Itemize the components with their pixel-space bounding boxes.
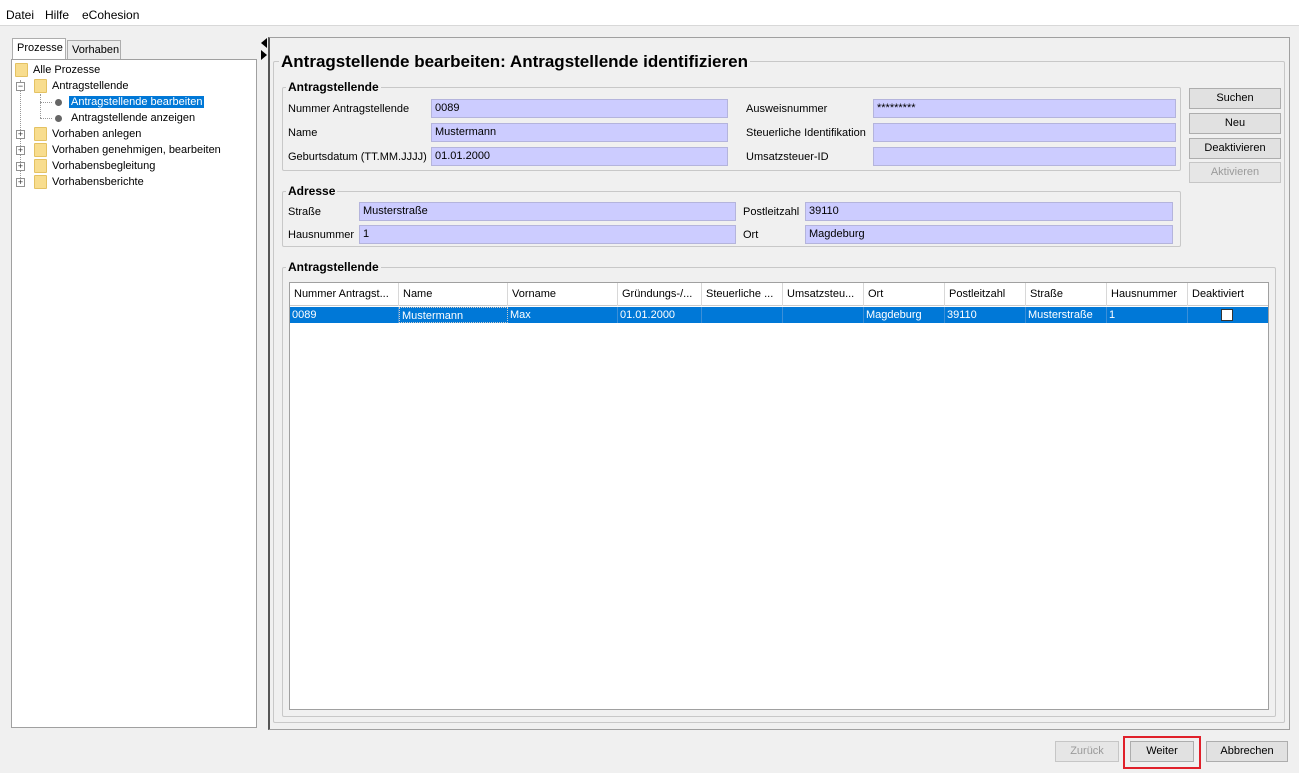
strasse-label: Straße (288, 206, 322, 218)
column-header-hausnummer[interactable]: Hausnummer (1107, 283, 1188, 306)
tree-item-vorhabensbegleitung[interactable]: Vorhabensbegleitung (52, 158, 155, 174)
highlight-box (1123, 736, 1201, 769)
neu-button[interactable]: Neu (1189, 113, 1281, 134)
expand-right-arrow-icon[interactable] (261, 50, 267, 60)
cell-name[interactable]: Mustermann (399, 307, 508, 323)
table-header: Nummer Antragst... Name Vorname Gründung… (290, 283, 1268, 306)
table-group-title: Antragstellende (286, 260, 381, 274)
umsatzsteuer-id-field[interactable] (873, 147, 1176, 166)
strasse-field[interactable]: Musterstraße (359, 202, 736, 221)
adresse-group-title: Adresse (286, 184, 338, 198)
cell-postleitzahl[interactable]: 39110 (945, 307, 1026, 323)
antragsteller-table: Nummer Antragst... Name Vorname Gründung… (289, 282, 1269, 710)
ausweisnummer-label: Ausweisnummer (746, 103, 828, 115)
tab-vorhaben[interactable]: Vorhaben (67, 40, 121, 59)
column-header-nummer[interactable]: Nummer Antragst... (290, 283, 399, 306)
column-header-gruendung[interactable]: Gründungs-/... (618, 283, 702, 306)
tree-item-antragstellende-bearbeiten[interactable]: Antragstellende bearbeiten (69, 94, 205, 110)
postleitzahl-field[interactable]: 39110 (805, 202, 1173, 221)
process-tree: Alle Prozesse − Antragstellende Antragst… (11, 59, 257, 728)
column-header-name[interactable]: Name (399, 283, 508, 306)
ort-label: Ort (743, 229, 759, 241)
hausnummer-field[interactable]: 1 (359, 225, 736, 244)
tree-item-vorhaben-genehmigen[interactable]: Vorhaben genehmigen, bearbeiten (52, 142, 221, 158)
folder-icon (34, 143, 47, 157)
cell-nummer[interactable]: 0089 (290, 307, 399, 323)
tree-item-antragstellende-anzeigen[interactable]: Antragstellende anzeigen (71, 110, 195, 126)
tree-item-vorhabensberichte[interactable]: Vorhabensberichte (52, 174, 144, 190)
ausweisnummer-field[interactable]: ********* (873, 99, 1176, 118)
menu-datei[interactable]: Datei (6, 8, 34, 22)
cell-vorname[interactable]: Max (508, 307, 618, 323)
tree-item-alle-prozesse[interactable]: Alle Prozesse (33, 62, 100, 78)
umsatzsteuer-id-label: Umsatzsteuer-ID (746, 151, 829, 163)
cell-ort[interactable]: Magdeburg (864, 307, 945, 323)
table-row[interactable]: 0089 Mustermann Max 01.01.2000 Magdeburg… (290, 307, 1268, 323)
collapse-left-arrow-icon[interactable] (261, 38, 267, 48)
nummer-field[interactable]: 0089 (431, 99, 728, 118)
aktivieren-button[interactable]: Aktivieren (1189, 162, 1281, 183)
ort-field[interactable]: Magdeburg (805, 225, 1173, 244)
column-header-postleitzahl[interactable]: Postleitzahl (945, 283, 1026, 306)
geburtsdatum-label: Geburtsdatum (TT.MM.JJJJ) (288, 151, 427, 163)
leaf-icon (55, 115, 62, 122)
expand-icon[interactable]: + (16, 178, 25, 187)
name-label: Name (288, 127, 318, 139)
cell-strasse[interactable]: Musterstraße (1026, 307, 1107, 323)
menu-ecohesion[interactable]: eCohesion (82, 8, 139, 22)
folder-icon (34, 175, 47, 189)
leaf-icon (55, 99, 62, 106)
name-field[interactable]: Mustermann (431, 123, 728, 142)
folder-icon (34, 159, 47, 173)
cell-gruendung[interactable]: 01.01.2000 (618, 307, 702, 323)
column-header-vorname[interactable]: Vorname (508, 283, 618, 306)
menu-hilfe[interactable]: Hilfe (45, 8, 69, 22)
column-header-umsatzsteuer[interactable]: Umsatzsteu... (783, 283, 864, 306)
column-header-steuerliche[interactable]: Steuerliche ... (702, 283, 783, 306)
suchen-button[interactable]: Suchen (1189, 88, 1281, 109)
column-header-strasse[interactable]: Straße (1026, 283, 1107, 306)
folder-icon (34, 127, 47, 141)
cell-deaktiviert (1188, 307, 1268, 323)
postleitzahl-label: Postleitzahl (743, 206, 800, 218)
tree-item-vorhaben-anlegen[interactable]: Vorhaben anlegen (52, 126, 141, 142)
cell-steuerliche[interactable] (702, 307, 783, 323)
steuer-id-field[interactable] (873, 123, 1176, 142)
cell-umsatzsteuer[interactable] (783, 307, 864, 323)
menu-bar: Datei Hilfe eCohesion (0, 0, 1299, 26)
nummer-label: Nummer Antragstellende (288, 103, 410, 115)
page-title: Antragstellende bearbeiten: Antragstelle… (279, 52, 750, 72)
geburtsdatum-field[interactable]: 01.01.2000 (431, 147, 728, 166)
deaktivieren-button[interactable]: Deaktivieren (1189, 138, 1281, 159)
expand-icon[interactable]: + (16, 146, 25, 155)
column-header-ort[interactable]: Ort (864, 283, 945, 306)
abbrechen-button[interactable]: Abbrechen (1206, 741, 1288, 762)
collapse-icon[interactable]: − (16, 82, 25, 91)
folder-icon (34, 79, 47, 93)
column-header-deaktiviert[interactable]: Deaktiviert (1188, 283, 1268, 306)
cell-hausnummer[interactable]: 1 (1107, 307, 1188, 323)
expand-icon[interactable]: + (16, 162, 25, 171)
deaktiviert-checkbox[interactable] (1221, 309, 1233, 321)
hausnummer-label: Hausnummer (288, 229, 355, 241)
tab-prozesse[interactable]: Prozesse (12, 38, 66, 59)
folder-icon (15, 63, 28, 77)
expand-icon[interactable]: + (16, 130, 25, 139)
antragsteller-group-title: Antragstellende (286, 80, 381, 94)
zurueck-button[interactable]: Zurück (1055, 741, 1119, 762)
steuer-id-label: Steuerliche Identifikation (746, 127, 866, 139)
tree-item-antragstellende[interactable]: Antragstellende (52, 78, 128, 94)
